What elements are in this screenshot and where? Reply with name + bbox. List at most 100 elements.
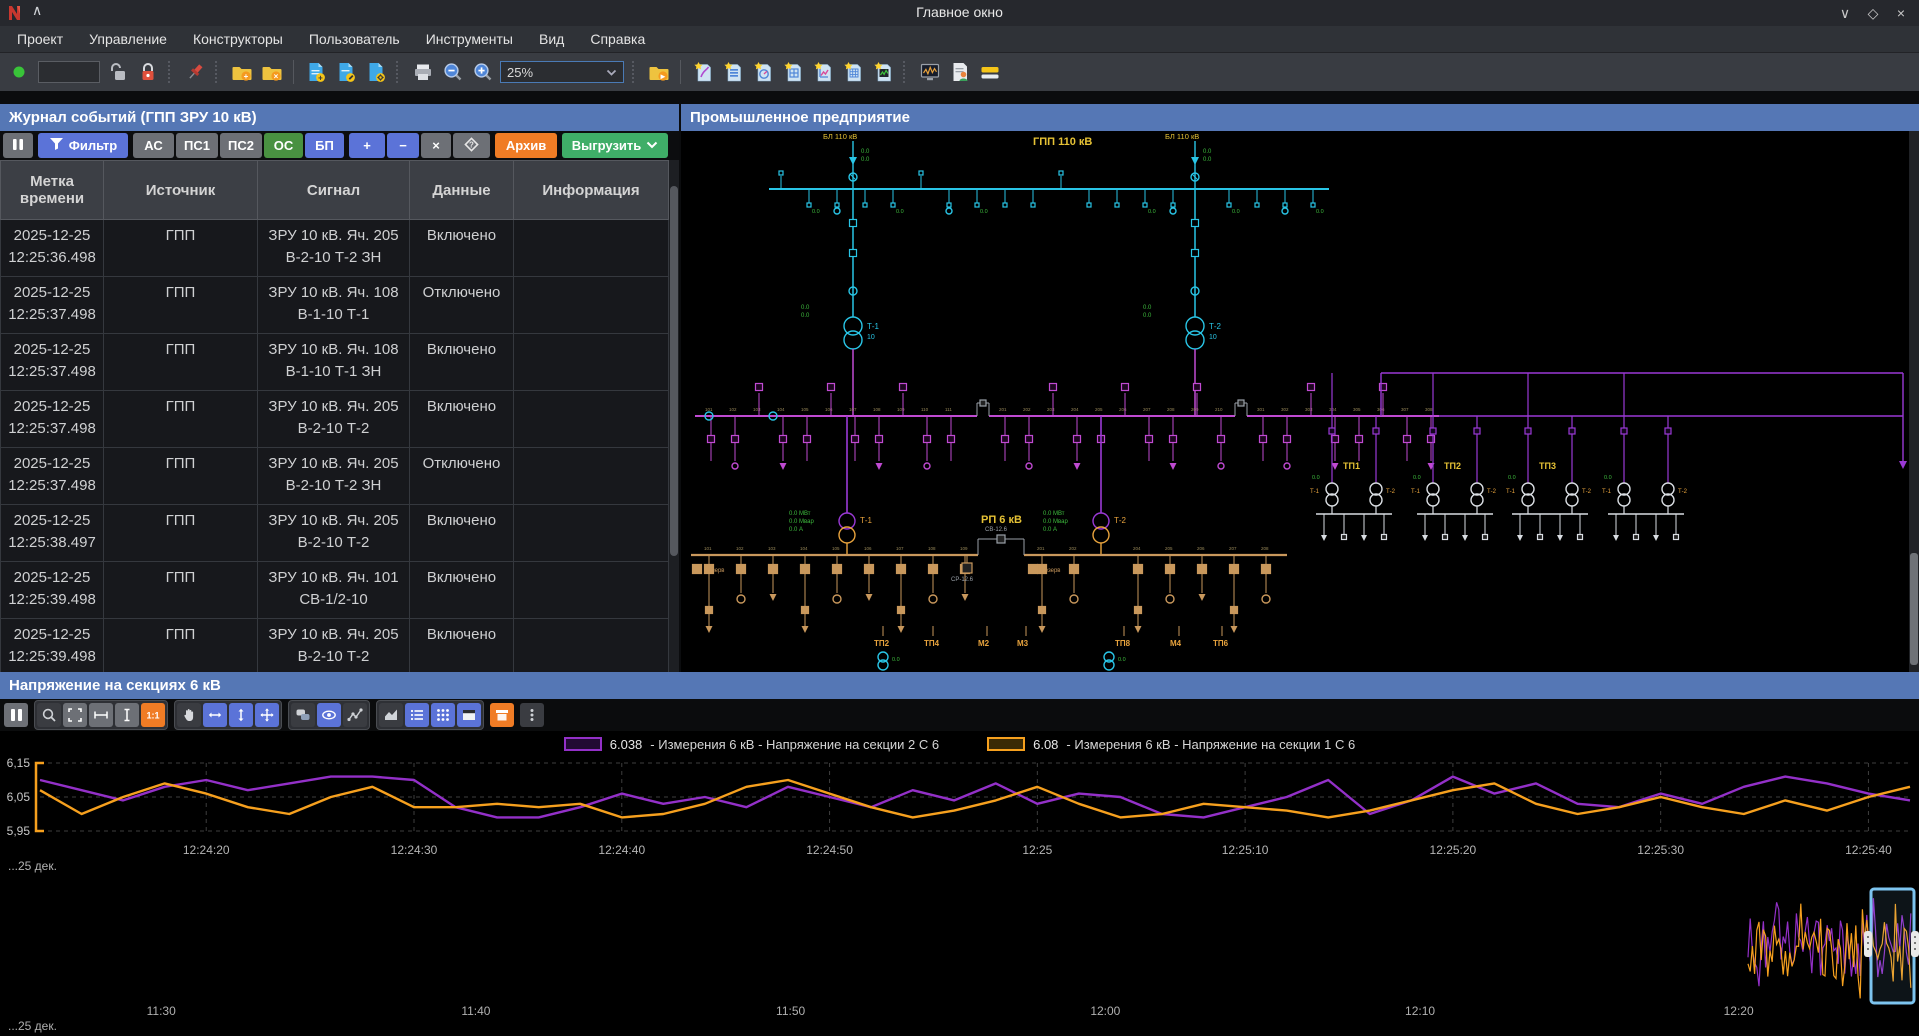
area-button[interactable] — [379, 703, 403, 727]
chart-panel-header[interactable]: Напряжение на секциях 6 кВ — [0, 672, 1919, 699]
print-icon[interactable] — [410, 60, 435, 85]
h-range-button[interactable] — [89, 703, 113, 727]
move-button[interactable] — [255, 703, 279, 727]
doc-edit-icon[interactable] — [333, 60, 358, 85]
filter-button-remove[interactable]: − — [387, 133, 419, 158]
scrollbar-thumb[interactable] — [670, 186, 678, 556]
magnifier-button[interactable] — [37, 703, 61, 727]
event-log-scrollbar[interactable] — [669, 160, 679, 672]
zoom-out-icon[interactable] — [440, 60, 465, 85]
menu-item-user[interactable]: Пользователь — [296, 27, 413, 51]
zoom-in-icon[interactable] — [470, 60, 495, 85]
toolbar-separator — [396, 61, 402, 83]
report-table-icon[interactable] — [780, 60, 805, 85]
menu-item-tools[interactable]: Инструменты — [413, 27, 526, 51]
schematic-header[interactable]: Промышленное предприятие — [681, 104, 1919, 131]
legend-item-1[interactable]: 6.038- Измерения 6 кВ - Напряжение на се… — [564, 737, 939, 752]
h-scale-button[interactable] — [203, 703, 227, 727]
points-button[interactable] — [343, 703, 367, 727]
table-row[interactable]: 2025-12-2512:25:38.497ГППЗРУ 10 кВ. Яч. … — [0, 505, 669, 562]
filter-button-export[interactable]: Выгрузить — [562, 133, 668, 158]
column-header[interactable]: Метка времени — [0, 160, 104, 220]
v-scale-button[interactable] — [229, 703, 253, 727]
report-list-icon[interactable] — [720, 60, 745, 85]
zoom-select[interactable]: 25% — [500, 61, 624, 83]
voltage-line-chart[interactable]: 6,156,055,9512:24:2012:24:3012:24:4012:2… — [0, 757, 1919, 873]
close-button[interactable]: × — [1889, 3, 1913, 23]
panel-icon[interactable] — [977, 60, 1002, 85]
grid-button[interactable] — [431, 703, 455, 727]
table-row[interactable]: 2025-12-2512:25:37.498ГППЗРУ 10 кВ. Яч. … — [0, 334, 669, 391]
table-cell: ГПП — [104, 220, 258, 277]
report-graph-icon[interactable] — [870, 60, 895, 85]
chart-panel-title: Напряжение на секциях 6 кВ — [9, 677, 221, 694]
table-cell: ЗРУ 10 кВ. Яч. 205В-2-10 Т-2 — [258, 391, 410, 448]
box-button[interactable] — [490, 703, 514, 727]
filter-button-os[interactable]: ОС — [264, 133, 303, 158]
table-row[interactable]: 2025-12-2512:25:37.498ГППЗРУ 10 кВ. Яч. … — [0, 448, 669, 505]
one-to-one-button[interactable]: 1:1 — [141, 703, 165, 727]
filter-button-archive[interactable]: Архив — [495, 133, 557, 158]
column-header[interactable]: Источник — [104, 160, 258, 220]
pause-button[interactable] — [4, 703, 28, 727]
menu-item-view[interactable]: Вид — [526, 27, 577, 51]
report-chart-icon[interactable] — [810, 60, 835, 85]
filter-button-ps1[interactable]: ПС1 — [176, 133, 218, 158]
report-curve-icon[interactable] — [690, 60, 715, 85]
report-gauge-icon[interactable] — [750, 60, 775, 85]
filter-button-close[interactable]: × — [421, 133, 451, 158]
pin-icon[interactable] — [182, 60, 207, 85]
text-cursor-button[interactable] — [115, 703, 139, 727]
schematic-diagram[interactable]: ГПП 110 кВБЛ 110 кВ0.00.0БЛ 110 кВ0.00.0… — [681, 131, 1919, 672]
menu-item-management[interactable]: Управление — [76, 27, 180, 51]
table-row[interactable]: 2025-12-2512:25:37.498ГППЗРУ 10 кВ. Яч. … — [0, 391, 669, 448]
lock-icon[interactable] — [135, 60, 160, 85]
doc-add-icon[interactable]: + — [303, 60, 328, 85]
hand-button[interactable] — [177, 703, 201, 727]
folder-close-icon[interactable]: × — [259, 60, 284, 85]
status-icon[interactable] — [8, 60, 33, 85]
legend-item-2[interactable]: 6.08- Измерения 6 кВ - Напряжение на сек… — [987, 737, 1355, 752]
table-row[interactable]: 2025-12-2512:25:37.498ГППЗРУ 10 кВ. Яч. … — [0, 277, 669, 334]
minimize-button[interactable]: ∨ — [1833, 3, 1857, 23]
screen-icon[interactable] — [917, 60, 942, 85]
expand-button[interactable] — [63, 703, 87, 727]
table-cell: Включено — [410, 562, 514, 619]
filter-button-as[interactable]: АС — [133, 133, 174, 158]
more-button[interactable] — [520, 703, 544, 727]
report-grid-icon[interactable] — [840, 60, 865, 85]
svg-text:1:1: 1:1 — [146, 711, 159, 721]
table-cell: ГПП — [104, 448, 258, 505]
event-log-filterbar: ФильтрАСПС1ПС2ОСБП+−×?АрхивВыгрузить — [0, 131, 679, 160]
unlock-icon[interactable] — [105, 60, 130, 85]
list-button[interactable] — [405, 703, 429, 727]
event-log-header[interactable]: Журнал событий (ГПП ЗРУ 10 кВ) — [0, 104, 679, 131]
filter-button-filter[interactable]: Фильтр — [38, 133, 128, 158]
report-person-icon[interactable] — [947, 60, 972, 85]
table-row[interactable]: 2025-12-2512:25:36.498ГППЗРУ 10 кВ. Яч. … — [0, 220, 669, 277]
name-input[interactable] — [38, 61, 100, 83]
column-header[interactable]: Данные — [410, 160, 514, 220]
menu-item-constructors[interactable]: Конструкторы — [180, 27, 296, 51]
filter-button-bp[interactable]: БП — [305, 133, 344, 158]
table-row[interactable]: 2025-12-2512:25:39.498ГППЗРУ 10 кВ. Яч. … — [0, 619, 669, 672]
table-row[interactable]: 2025-12-2512:25:39.498ГППЗРУ 10 кВ. Яч. … — [0, 562, 669, 619]
svg-text:104: 104 — [777, 407, 785, 412]
comments-button[interactable] — [291, 703, 315, 727]
visibility-button[interactable] — [317, 703, 341, 727]
event-log-table[interactable]: Метка времениИсточникСигналДанныеИнформа… — [0, 160, 669, 672]
folder-add-icon[interactable]: + — [229, 60, 254, 85]
menu-item-project[interactable]: Проект — [4, 27, 76, 51]
filter-button-pause[interactable] — [3, 133, 33, 158]
folder-run-icon[interactable]: ► — [646, 60, 671, 85]
window-button[interactable] — [457, 703, 481, 727]
timeline-overview-chart[interactable]: 11:3011:4011:5012:0012:1012:20...25 дек. — [0, 873, 1919, 1036]
maximize-button[interactable]: ◇ — [1861, 3, 1885, 23]
filter-button-ps2[interactable]: ПС2 — [220, 133, 262, 158]
column-header[interactable]: Информация — [514, 160, 669, 220]
doc-settings-icon[interactable] — [363, 60, 388, 85]
column-header[interactable]: Сигнал — [258, 160, 410, 220]
filter-button-acknowledge[interactable]: ? — [453, 133, 490, 158]
filter-button-add[interactable]: + — [349, 133, 385, 158]
menu-item-help[interactable]: Справка — [577, 27, 658, 51]
